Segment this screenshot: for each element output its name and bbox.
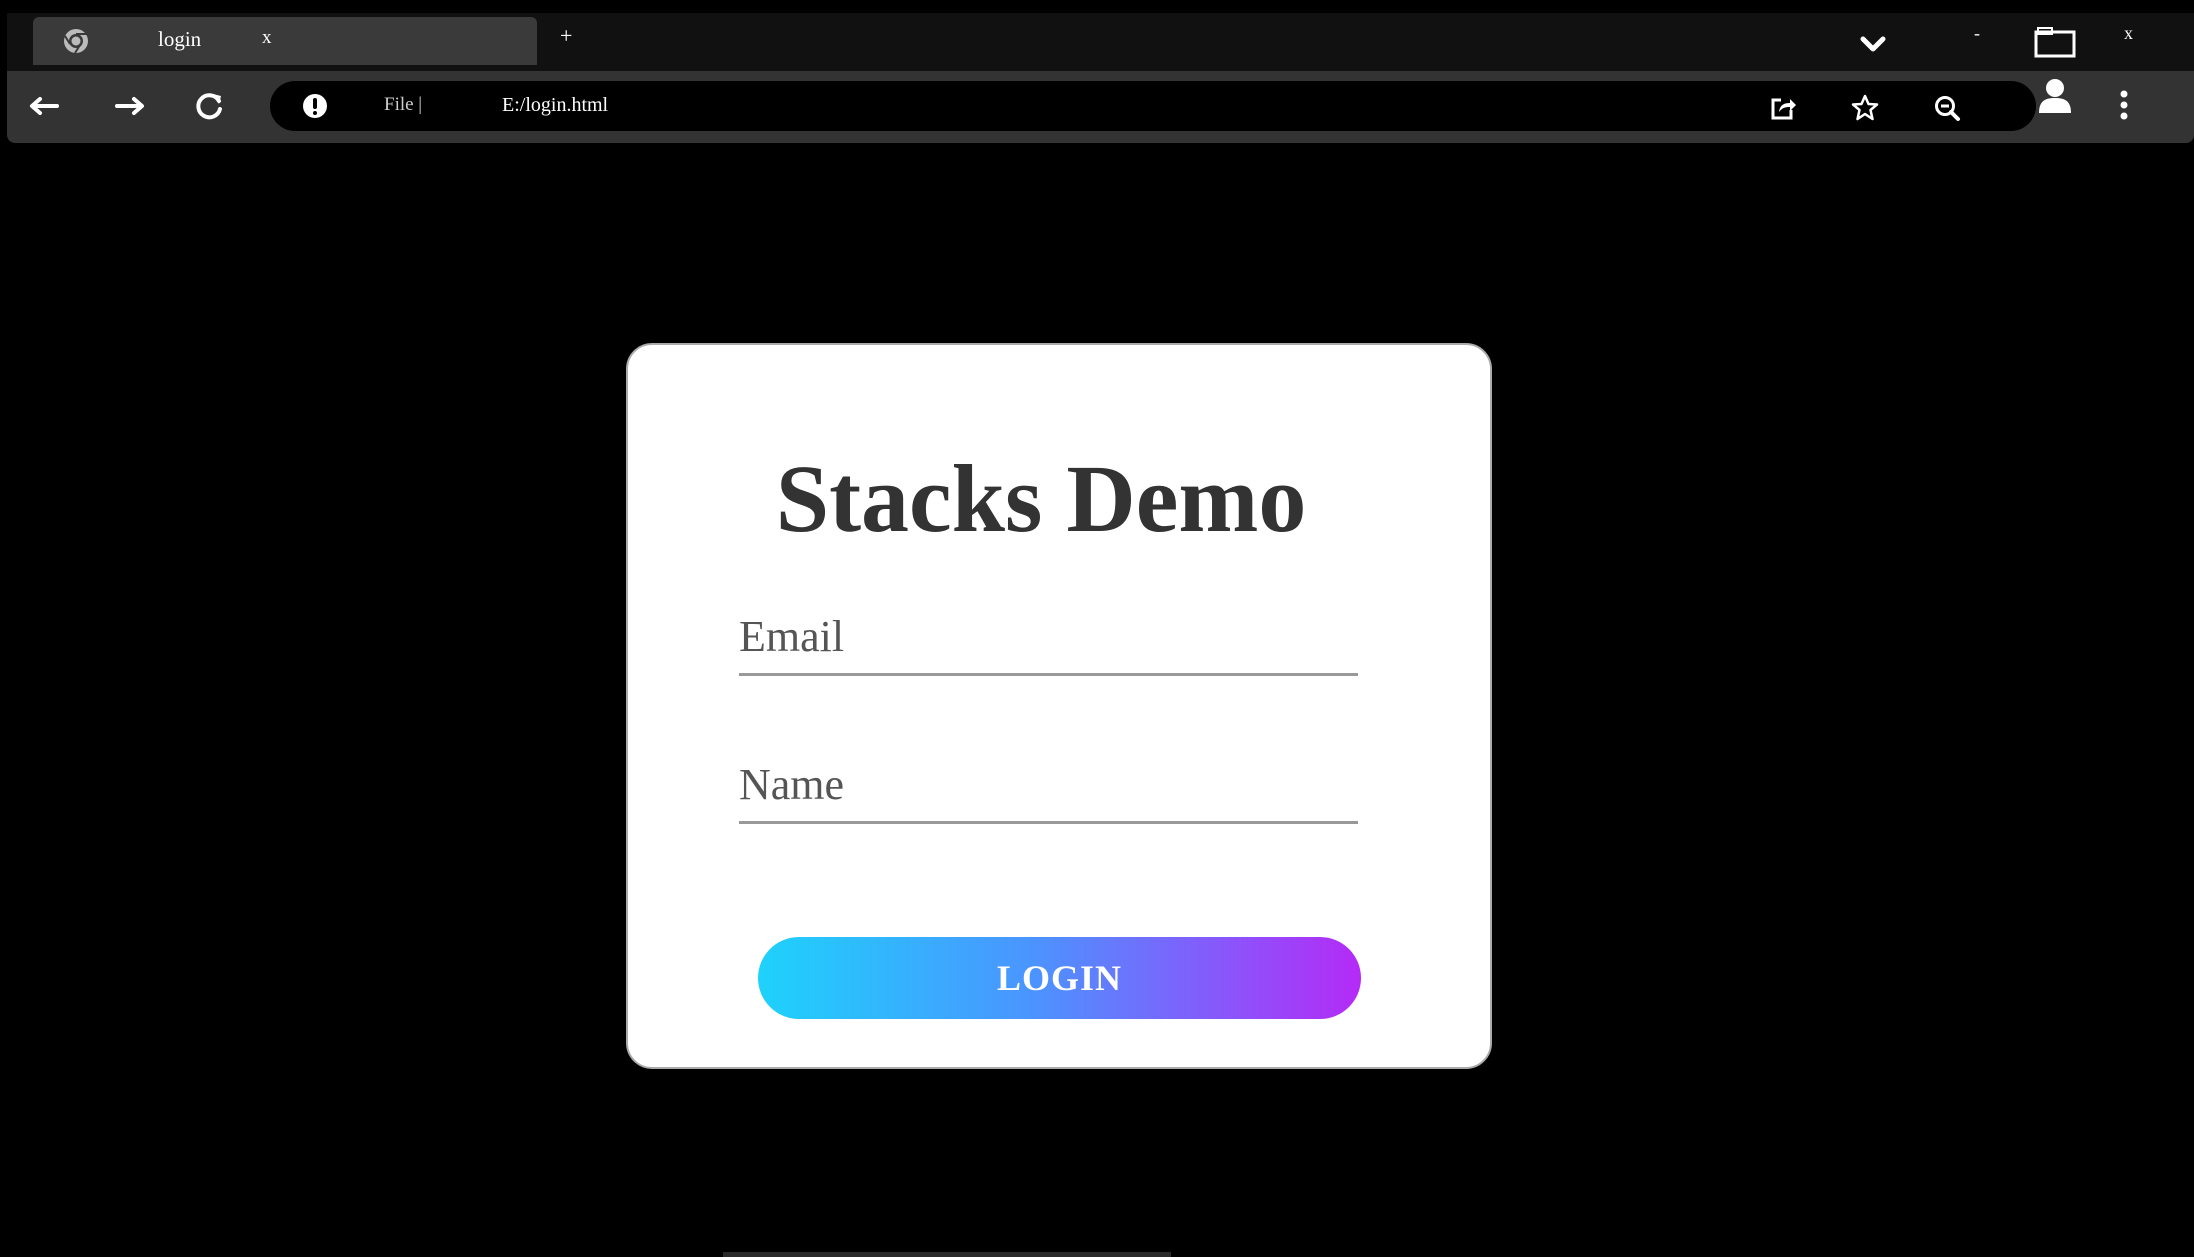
name-field-group (739, 747, 1358, 827)
name-input[interactable] (739, 747, 1358, 824)
email-input[interactable] (739, 599, 1358, 676)
back-arrow-icon[interactable] (27, 89, 61, 123)
zoom-out-icon[interactable] (1933, 94, 1961, 122)
address-url[interactable]: E:/login.html (502, 94, 608, 117)
info-icon[interactable] (302, 93, 328, 119)
forward-arrow-icon[interactable] (113, 89, 147, 123)
login-card: Stacks Demo LOGIN (626, 343, 1492, 1069)
browser-logo-icon (64, 29, 88, 54)
address-bar[interactable]: File | E:/login.html (270, 81, 2036, 131)
email-field-group (739, 599, 1358, 679)
new-tab-button[interactable]: + (560, 23, 572, 49)
tab-title: login (158, 27, 202, 51)
profile-avatar-icon[interactable] (2037, 77, 2073, 119)
browser-window: login x + - x File | E:/login.html Stack… (7, 13, 2194, 1257)
minimize-button[interactable]: - (1974, 23, 1980, 44)
chevron-down-icon[interactable] (1858, 29, 1888, 59)
horizontal-scrollbar[interactable] (723, 1252, 1171, 1257)
address-scheme-label: File | (384, 94, 423, 115)
login-title: Stacks Demo (775, 445, 1307, 552)
kebab-menu-icon[interactable] (2117, 89, 2131, 123)
share-icon[interactable] (1769, 94, 1797, 122)
window-close-button[interactable]: x (2124, 23, 2133, 44)
tab-strip: login x + - x (7, 13, 2194, 71)
login-button[interactable]: LOGIN (758, 937, 1361, 1019)
browser-tab[interactable]: login x (33, 17, 537, 65)
reload-icon[interactable] (193, 89, 227, 123)
maximize-icon[interactable] (2034, 26, 2076, 58)
tab-close-button[interactable]: x (262, 27, 272, 49)
browser-toolbar: File | E:/login.html (7, 71, 2194, 143)
star-icon[interactable] (1851, 94, 1879, 122)
